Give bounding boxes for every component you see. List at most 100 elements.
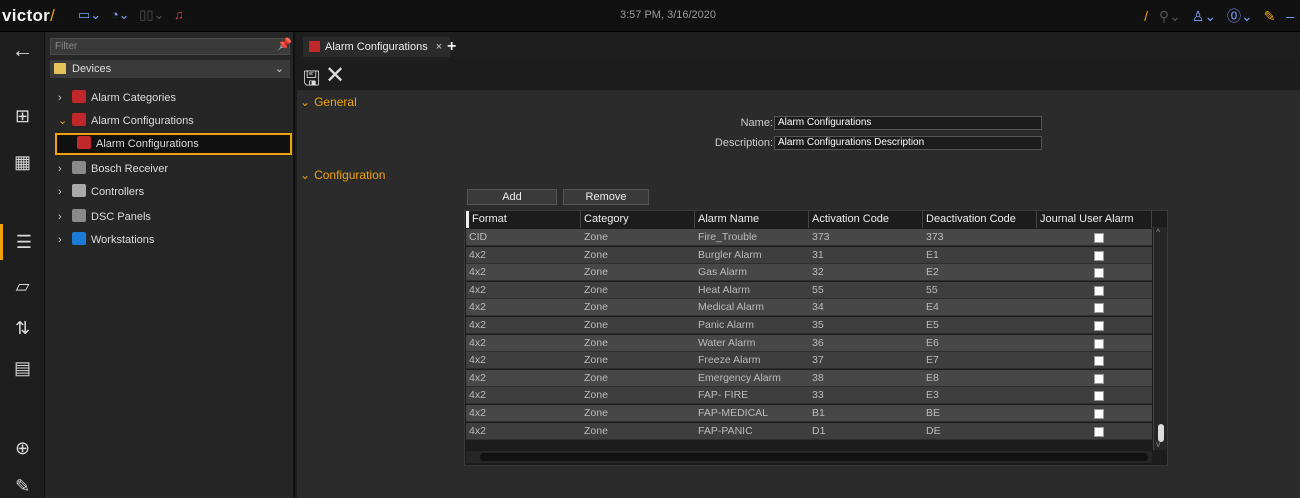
cell-category: Zone — [584, 266, 608, 279]
chevron-down-icon[interactable]: ⌄ — [58, 110, 72, 132]
pin-icon[interactable]: 📌 — [277, 37, 292, 51]
journal-user-alarm-checkbox[interactable] — [1094, 426, 1104, 437]
description-field[interactable]: Alarm Configurations Description — [774, 136, 1042, 150]
table-row[interactable]: 4x2 Zone Burgler Alarm 31 E1 — [466, 246, 1152, 264]
cell-deactivation-code: 55 — [926, 283, 938, 296]
layout-icon[interactable]: ▯▯⌄ — [139, 7, 164, 22]
add-circle-icon[interactable]: ⊕ — [0, 430, 45, 466]
configuration-section-header[interactable]: ⌄ Configuration — [300, 168, 385, 182]
pencil-icon[interactable]: ✎ — [0, 468, 45, 498]
tree-item-alarm-configurations-selected[interactable]: Alarm Configurations — [55, 133, 292, 155]
cell-alarm-name: Medical Alarm — [698, 301, 764, 314]
tab-alarm-configurations[interactable]: Alarm Configurations × — [303, 37, 451, 57]
add-button[interactable]: Add — [467, 189, 557, 205]
table-row[interactable]: 4x2 Zone Emergency Alarm 38 E8 — [466, 369, 1152, 387]
table-row[interactable]: 4x2 Zone Panic Alarm 35 E5 — [466, 317, 1152, 334]
help-icon[interactable]: ⓪⌄ — [1227, 8, 1253, 24]
journal-user-alarm-checkbox[interactable] — [1094, 409, 1104, 419]
table-row[interactable]: 4x2 Zone Freeze Alarm 37 E7 — [466, 352, 1152, 370]
journal-user-alarm-checkbox[interactable] — [1094, 303, 1104, 314]
cell-activation-code: 34 — [812, 301, 824, 314]
edit-icon[interactable]: ✎ — [1264, 8, 1276, 24]
horizontal-scrollbar[interactable] — [466, 451, 1152, 463]
table-row[interactable]: 4x2 Zone FAP-MEDICAL B1 BE — [466, 405, 1152, 422]
tree-item-workstations[interactable]: › Workstations — [58, 229, 154, 251]
journal-user-alarm-checkbox[interactable] — [1094, 233, 1104, 243]
chevron-right-icon[interactable]: › — [58, 181, 72, 203]
cell-category: Zone — [584, 319, 608, 331]
add-object-icon[interactable]: ⊞ — [0, 98, 45, 134]
column-header-activation-code[interactable]: Activation Code — [809, 211, 923, 228]
remove-button[interactable]: Remove — [563, 189, 649, 205]
divider-icon: / — [1144, 8, 1149, 24]
chevron-right-icon[interactable]: › — [58, 87, 72, 109]
close-icon[interactable]: ✕ — [325, 61, 345, 90]
general-section-header[interactable]: ⌄ General — [300, 95, 357, 109]
column-header-deactivation-code[interactable]: Deactivation Code — [923, 211, 1037, 228]
tree-item-dsc-panels[interactable]: › DSC Panels — [58, 206, 151, 228]
tab-bar: Alarm Configurations × + — [297, 32, 1300, 60]
user-icon[interactable]: ♙⌄ — [1192, 8, 1216, 24]
tree-item-alarm-configurations[interactable]: ⌄ Alarm Configurations — [58, 110, 194, 132]
devices-dropdown[interactable]: Devices ⌄ — [50, 60, 290, 78]
cell-alarm-name: FAP-PANIC — [698, 424, 753, 437]
cell-deactivation-code: E6 — [926, 336, 939, 349]
table-row[interactable]: 4x2 Zone FAP-PANIC D1 DE — [466, 422, 1152, 440]
table-row[interactable]: 4x2 Zone Water Alarm 36 E6 — [466, 334, 1152, 352]
cell-deactivation-code: DE — [926, 424, 941, 437]
report-icon[interactable]: ▤ — [0, 350, 45, 386]
scroll-down-icon[interactable]: v — [1156, 439, 1161, 449]
filter-icon[interactable]: ⚲⌄ — [1159, 8, 1181, 24]
journal-user-alarm-checkbox[interactable] — [1094, 250, 1104, 261]
column-header-category[interactable]: Category — [581, 211, 695, 228]
minimize-icon[interactable]: – — [1286, 8, 1294, 24]
name-field[interactable]: Alarm Configurations — [774, 116, 1042, 130]
table-row[interactable]: 4x2 Zone Heat Alarm 55 55 — [466, 281, 1152, 299]
list-icon[interactable]: ☰ — [0, 224, 45, 260]
journal-user-alarm-checkbox[interactable] — [1094, 356, 1104, 367]
close-tab-icon[interactable]: × — [436, 41, 442, 53]
save-and-close-icon[interactable]: 🖫 — [303, 64, 320, 98]
app-logo: victor/ — [2, 6, 56, 25]
chevron-right-icon[interactable]: › — [58, 206, 72, 228]
back-arrow-icon[interactable]: ← — [0, 32, 45, 68]
tree-item-controllers[interactable]: › Controllers — [58, 181, 144, 203]
column-header-journal-user-alarm[interactable]: Journal User Alarm — [1037, 211, 1152, 228]
cell-format: 4x2 — [469, 407, 486, 419]
scroll-up-icon[interactable]: ^ — [1156, 227, 1160, 237]
journal-user-alarm-checkbox[interactable] — [1094, 338, 1104, 349]
tiles-icon[interactable]: ▦ — [0, 144, 45, 180]
journal-user-alarm-checkbox[interactable] — [1094, 321, 1104, 331]
filter-input[interactable]: Filter ⌕ — [50, 38, 290, 55]
journal-user-alarm-checkbox[interactable] — [1094, 268, 1104, 279]
column-header-format[interactable]: Format — [466, 211, 581, 228]
cell-deactivation-code: E7 — [926, 354, 939, 367]
journal-user-alarm-checkbox[interactable] — [1094, 391, 1104, 402]
alarm-muted-icon[interactable]: ♫ — [174, 7, 184, 22]
scroll-thumb[interactable] — [480, 453, 1148, 461]
transfer-icon[interactable]: ⇅ — [0, 310, 45, 346]
journal-user-alarm-checkbox[interactable] — [1094, 285, 1104, 296]
vertical-scrollbar[interactable]: ^ v — [1153, 227, 1167, 450]
tree-item-bosch-receiver[interactable]: › Bosch Receiver — [58, 158, 168, 180]
chevron-right-icon[interactable]: › — [58, 158, 72, 180]
cell-activation-code: B1 — [812, 407, 825, 419]
new-tab-button[interactable]: + — [447, 38, 456, 56]
table-row[interactable]: CID Zone Fire_Trouble 373 373 — [466, 229, 1152, 246]
cell-activation-code: 33 — [812, 389, 824, 402]
table-row[interactable]: 4x2 Zone Medical Alarm 34 E4 — [466, 299, 1152, 317]
cell-category: Zone — [584, 424, 608, 437]
chevron-right-icon[interactable]: › — [58, 229, 72, 251]
monitor-icon[interactable]: ▭⌄ — [78, 7, 101, 22]
tree-item-alarm-categories[interactable]: › Alarm Categories — [58, 87, 176, 109]
column-header-alarm-name[interactable]: Alarm Name — [695, 211, 809, 228]
table-row[interactable]: 4x2 Zone FAP- FIRE 33 E3 — [466, 387, 1152, 405]
cell-activation-code: 373 — [812, 231, 830, 243]
table-row[interactable]: 4x2 Zone Gas Alarm 32 E2 — [466, 264, 1152, 282]
top-bar-right-tools: / ⚲⌄ ♙⌄ ⓪⌄ ✎ – — [1137, 6, 1294, 26]
folder-icon[interactable]: ▱ — [0, 268, 45, 304]
cell-alarm-name: Water Alarm — [698, 336, 756, 349]
dashboard-icon[interactable]: ◔⌄ — [111, 7, 130, 22]
journal-user-alarm-checkbox[interactable] — [1094, 373, 1104, 384]
cell-format: 4x2 — [469, 389, 486, 402]
